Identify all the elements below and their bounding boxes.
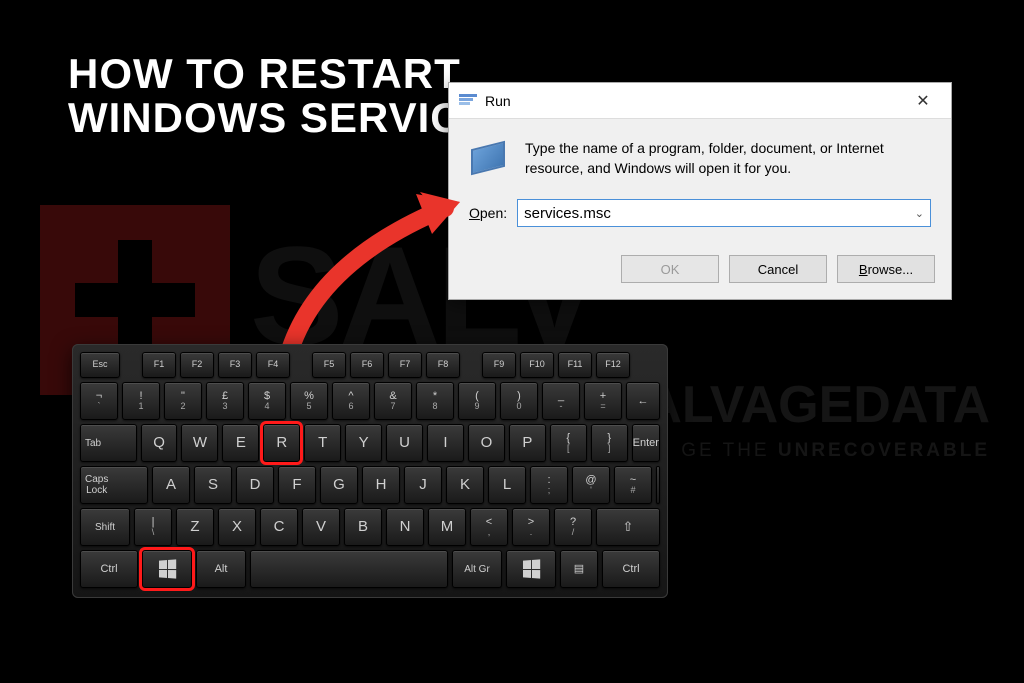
key-period: >. [512,508,550,546]
key-5: %5 [290,382,328,420]
open-input[interactable] [524,205,924,222]
key-n: N [386,508,424,546]
key-w: W [181,424,218,462]
windows-logo-icon [523,559,540,578]
key-quote: @' [572,466,610,504]
key-f7: F7 [388,352,422,378]
key-backspace: ← [626,382,660,420]
key-a: A [152,466,190,504]
key-g: G [320,466,358,504]
key-backtick: ¬` [80,382,118,420]
key-f4: F4 [256,352,290,378]
windows-logo-icon [159,559,176,578]
run-large-icon [469,139,511,181]
key-y: Y [345,424,382,462]
run-title: Run [485,93,901,109]
key-u: U [386,424,423,462]
key-capslock: Caps Lock [80,466,148,504]
key-f10: F10 [520,352,554,378]
key-d: D [236,466,274,504]
key-f1: F1 [142,352,176,378]
key-slash: ?/ [554,508,592,546]
open-combobox[interactable]: ⌄ [517,199,931,227]
key-f12: F12 [596,352,630,378]
key-8: *8 [416,382,454,420]
key-menu: ▤ [560,550,598,588]
close-button[interactable]: ✕ [901,87,945,115]
key-j: J [404,466,442,504]
key-f: F [278,466,316,504]
key-space [250,550,448,588]
key-0: )0 [500,382,538,420]
keyboard-illustration: Esc F1 F2 F3 F4 F5 F6 F7 F8 F9 F10 F11 F… [72,344,668,598]
cancel-button[interactable]: Cancel [729,255,827,283]
key-h: H [362,466,400,504]
key-x: X [218,508,256,546]
key-comma: <, [470,508,508,546]
key-i: I [427,424,464,462]
key-k: K [446,466,484,504]
open-label: Open: [469,205,507,221]
key-bracket-open: {[ [550,424,587,462]
key-semicolon: :; [530,466,568,504]
key-s: S [194,466,232,504]
key-f2: F2 [180,352,214,378]
key-4: $4 [248,382,286,420]
run-description: Type the name of a program, folder, docu… [525,137,931,181]
key-enter-top: Enter [632,424,660,462]
key-bracket-close: }] [591,424,628,462]
key-ctrl-left: Ctrl [80,550,138,588]
key-shift-left: Shift [80,508,130,546]
key-o: O [468,424,505,462]
key-shift-right: ⇧ [596,508,660,546]
key-p: P [509,424,546,462]
key-minus: _- [542,382,580,420]
run-dialog: Run ✕ Type the name of a program, folder… [448,82,952,300]
run-button-row: OK Cancel Browse... [449,243,951,299]
key-tab: Tab [80,424,137,462]
key-2: "2 [164,382,202,420]
key-t: T [304,424,341,462]
key-f3: F3 [218,352,252,378]
key-b: B [344,508,382,546]
key-6: ^6 [332,382,370,420]
watermark-tagline: GE THE UNRECOVERABLE [681,440,990,462]
key-ctrl-right: Ctrl [602,550,660,588]
key-altgr: Alt Gr [452,550,502,588]
key-l: L [488,466,526,504]
key-e: E [222,424,259,462]
key-windows-right [506,550,556,588]
key-equals: += [584,382,622,420]
key-f8: F8 [426,352,460,378]
key-hash: ~# [614,466,652,504]
browse-button[interactable]: Browse... [837,255,935,283]
key-f11: F11 [558,352,592,378]
key-windows [142,550,192,588]
key-f6: F6 [350,352,384,378]
key-alt-left: Alt [196,550,246,588]
ok-button[interactable]: OK [621,255,719,283]
key-3: £3 [206,382,244,420]
key-7: &7 [374,382,412,420]
watermark-text-small: ALVAGEDATA [644,375,990,435]
key-r: R [263,424,300,462]
run-icon [459,94,477,108]
key-v: V [302,508,340,546]
run-titlebar[interactable]: Run ✕ [449,83,951,119]
key-1: !1 [122,382,160,420]
key-m: M [428,508,466,546]
key-f5: F5 [312,352,346,378]
key-z: Z [176,508,214,546]
key-enter-bottom [656,466,660,504]
key-esc: Esc [80,352,120,378]
key-9: (9 [458,382,496,420]
key-q: Q [141,424,178,462]
chevron-down-icon[interactable]: ⌄ [915,207,924,220]
key-f9: F9 [482,352,516,378]
key-c: C [260,508,298,546]
key-backslash: |\ [134,508,172,546]
